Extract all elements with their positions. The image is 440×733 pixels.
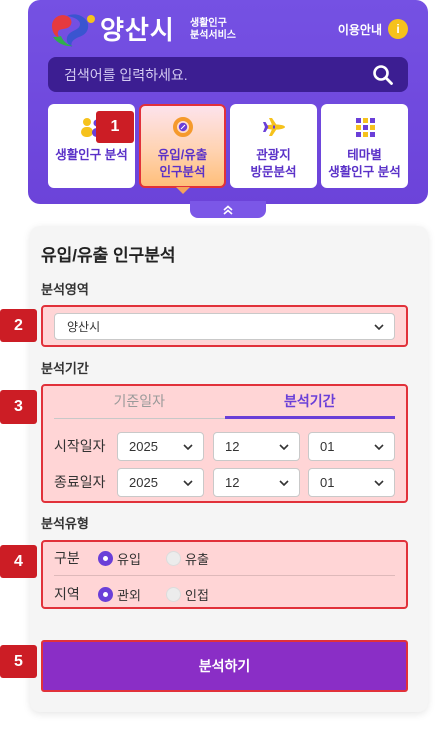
menu-card-label: 관광지 방문분석 bbox=[250, 147, 296, 181]
radio-button[interactable] bbox=[166, 550, 181, 566]
analysis-type-label: 분석유형 bbox=[41, 516, 89, 531]
menu-card-label: 생활인구 분석 bbox=[55, 147, 127, 164]
usage-guide-label: 이용안내 bbox=[337, 22, 382, 37]
period-tabs: 기준일자 분석기간 bbox=[54, 388, 395, 419]
start-month-value: 12 bbox=[225, 439, 240, 454]
radio-button[interactable] bbox=[166, 586, 181, 602]
annotation-badge-2: 2 bbox=[0, 309, 37, 342]
chevron-down-icon bbox=[279, 443, 289, 450]
active-menu-pointer bbox=[176, 187, 190, 194]
menu-card-label-line: 생활인구 분석 bbox=[328, 165, 401, 179]
radio-label: 유출 bbox=[185, 551, 209, 567]
page-title: 유입/유출 인구분석 bbox=[41, 246, 176, 265]
chevron-down-icon bbox=[374, 479, 384, 486]
analyze-button[interactable]: 분석하기 bbox=[41, 640, 408, 692]
analysis-type-section: 구분 유입 유출 지역 관외 인접 bbox=[41, 540, 408, 609]
menu-card-tourist-visit[interactable]: 관광지 방문분석 bbox=[230, 104, 317, 188]
start-month-select[interactable]: 12 bbox=[213, 432, 300, 461]
menu-card-label: 유입/유출 인구분석 bbox=[158, 147, 207, 181]
menu-card-label-line: 유입/유출 bbox=[157, 148, 208, 162]
tab-reference-date[interactable]: 기준일자 bbox=[54, 388, 225, 419]
grid-icon bbox=[355, 118, 375, 137]
info-icon: i bbox=[388, 19, 408, 39]
radio-button[interactable] bbox=[98, 586, 113, 602]
yangsan-logo-icon bbox=[52, 14, 95, 48]
end-month-select[interactable]: 12 bbox=[213, 468, 300, 497]
search-bar bbox=[48, 57, 408, 92]
chevron-down-icon bbox=[183, 443, 193, 450]
menu-card-label-line: 테마별 bbox=[347, 148, 382, 162]
menu-card-label: 테마별 생활인구 분석 bbox=[328, 147, 400, 181]
region-label: 지역 bbox=[54, 586, 80, 602]
logo-city-name: 양산시 bbox=[100, 15, 175, 45]
radio-outflow[interactable]: 유출 bbox=[166, 549, 234, 568]
annotation-badge-3: 3 bbox=[0, 390, 37, 424]
end-year-select[interactable]: 2025 bbox=[117, 468, 204, 497]
menu-card-theme-population[interactable]: 테마별 생활인구 분석 bbox=[321, 104, 408, 188]
chevron-down-icon bbox=[374, 443, 384, 450]
search-icon[interactable] bbox=[372, 64, 394, 86]
start-date-row: 시작일자 2025 12 01 bbox=[43, 432, 406, 461]
start-date-label: 시작일자 bbox=[54, 438, 106, 454]
search-input[interactable] bbox=[48, 57, 368, 92]
analysis-area-value: 양산시 bbox=[67, 320, 101, 334]
analysis-form-panel: 유입/유출 인구분석 분석영역 양산시 분석기간 기준일자 분석기간 시작일자 … bbox=[30, 226, 428, 712]
logo-subtitle-line-1: 생활인구 bbox=[190, 18, 227, 29]
chevron-down-icon bbox=[374, 323, 384, 330]
usage-guide-link[interactable]: 이용안내 i bbox=[338, 19, 408, 39]
start-year-value: 2025 bbox=[129, 439, 158, 454]
logo-subtitle: 생활인구 분석서비스 bbox=[190, 18, 236, 42]
menu-card-label-line: 관광지 bbox=[256, 148, 291, 162]
radio-label: 유입 bbox=[117, 551, 141, 567]
logo-subtitle-line-2: 분석서비스 bbox=[190, 30, 236, 41]
end-date-row: 종료일자 2025 12 01 bbox=[43, 468, 406, 497]
tab-analysis-period[interactable]: 분석기간 bbox=[224, 388, 395, 419]
chevron-down-icon bbox=[183, 479, 193, 486]
analysis-area-section: 양산시 bbox=[41, 305, 408, 347]
annotation-badge-5: 5 bbox=[0, 645, 37, 678]
annotation-badge-1: 1 bbox=[96, 111, 134, 143]
analysis-area-select[interactable]: 양산시 bbox=[54, 313, 395, 340]
start-year-select[interactable]: 2025 bbox=[117, 432, 204, 461]
logo[interactable]: 양산시 생활인구 분석서비스 bbox=[48, 10, 278, 50]
start-day-value: 01 bbox=[320, 439, 335, 454]
end-year-value: 2025 bbox=[129, 475, 158, 490]
division-row: 구분 유입 유출 bbox=[54, 546, 395, 570]
app-screen: 양산시 생활인구 분석서비스 이용안내 i 검색어를 입력하세요. 생활인구 분… bbox=[0, 0, 440, 733]
menu-card-label-line: 인구분석 bbox=[159, 165, 206, 179]
end-day-value: 01 bbox=[320, 475, 335, 490]
analysis-period-section: 기준일자 분석기간 시작일자 2025 12 01 종료일자 2025 12 0… bbox=[41, 384, 408, 503]
radio-outside-region[interactable]: 관외 bbox=[98, 585, 166, 604]
divider bbox=[54, 575, 395, 576]
menu-card-label-line: 생활인구 분석 bbox=[55, 148, 128, 162]
chevron-down-icon bbox=[279, 479, 289, 486]
end-month-value: 12 bbox=[225, 475, 240, 490]
end-day-select[interactable]: 01 bbox=[308, 468, 395, 497]
radio-inflow[interactable]: 유입 bbox=[98, 549, 166, 568]
analysis-area-label: 분석영역 bbox=[41, 282, 89, 297]
region-row: 지역 관외 인접 bbox=[54, 582, 395, 606]
menu-card-inflow-outflow[interactable]: 유입/유출 인구분석 bbox=[139, 104, 226, 188]
airplane-icon bbox=[262, 118, 285, 136]
radio-button[interactable] bbox=[98, 550, 113, 566]
radio-adjacent-region[interactable]: 인접 bbox=[166, 585, 234, 604]
radio-label: 인접 bbox=[185, 587, 209, 603]
collapse-menu-toggle[interactable] bbox=[190, 201, 266, 218]
double-chevron-up-icon bbox=[223, 204, 233, 215]
annotation-badge-4: 4 bbox=[0, 545, 37, 578]
analysis-period-label: 분석기간 bbox=[41, 361, 89, 376]
radio-label: 관외 bbox=[117, 587, 141, 603]
menu-card-label-line: 방문분석 bbox=[250, 165, 297, 179]
top-header: 양산시 생활인구 분석서비스 이용안내 i 검색어를 입력하세요. 생활인구 분… bbox=[28, 0, 428, 204]
start-day-select[interactable]: 01 bbox=[308, 432, 395, 461]
division-label: 구분 bbox=[54, 550, 80, 566]
donut-chart-icon bbox=[172, 117, 193, 137]
end-date-label: 종료일자 bbox=[54, 474, 106, 490]
